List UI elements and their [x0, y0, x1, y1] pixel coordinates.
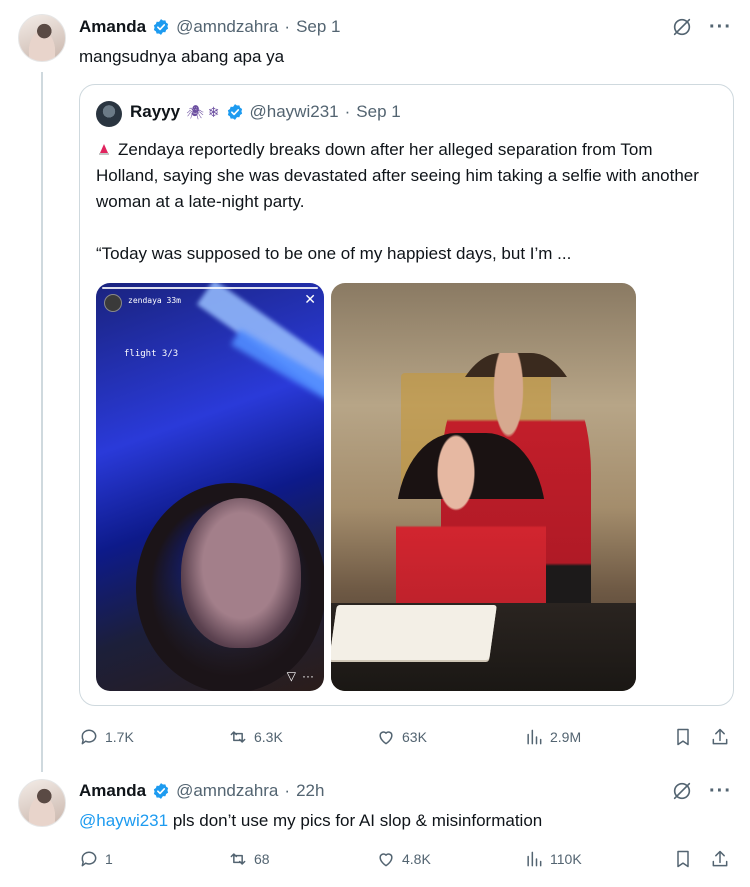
views-button[interactable]: 110K [524, 849, 582, 869]
like-button[interactable]: 63K [376, 727, 427, 747]
repost-count: 6.3K [254, 729, 283, 745]
repost-button[interactable]: 6.3K [228, 727, 283, 747]
name-emojis: 🕷 ❄ [186, 103, 220, 120]
separator: · [284, 17, 291, 36]
share-icon [712, 850, 728, 867]
tweet-text: @haywi231 pls don’t use my pics for AI s… [79, 809, 542, 832]
reply-button[interactable]: 1.7K [79, 727, 134, 747]
repost-icon [230, 731, 246, 743]
more-icon[interactable]: ··· [709, 781, 732, 801]
tweet-header: Amanda @amndzahra · Sep 1 [79, 17, 341, 37]
avatar[interactable] [18, 779, 66, 827]
story-send-icon: ▽ [286, 669, 296, 683]
display-name[interactable]: Amanda [79, 17, 146, 37]
separator: · [344, 102, 351, 121]
quoted-display-name[interactable]: Rayyy [130, 102, 180, 122]
story-more-icon: ··· [302, 669, 314, 683]
share-icon [712, 728, 728, 745]
separator: · [284, 781, 291, 800]
bookmark-icon [677, 728, 689, 746]
timestamp[interactable]: 22h [296, 781, 324, 801]
quoted-avatar[interactable] [96, 101, 122, 127]
media-image-couple-photo[interactable] [331, 283, 636, 691]
quoted-text: Zendaya reportedly breaks down after her… [96, 137, 716, 293]
quoted-tweet-card[interactable]: Rayyy 🕷 ❄ @haywi231 · Sep 1 Zendaya repo… [79, 84, 734, 706]
quoted-media-grid: zendaya 33m ✕ flight 3/3 ▽ ··· [96, 283, 636, 693]
tweet-body: pls don’t use my pics for AI slop & misi… [168, 811, 543, 830]
open-book [331, 605, 497, 660]
like-button[interactable]: 4.8K [376, 849, 431, 869]
tweet-top-actions: ··· [671, 780, 732, 802]
reply-count: 1.7K [105, 729, 134, 745]
quoted-paragraph-2: “Today was supposed to be one of my happ… [96, 244, 572, 263]
handle[interactable]: @amndzahra [176, 781, 278, 801]
repost-button[interactable]: 68 [228, 849, 270, 869]
like-icon [379, 731, 393, 745]
quoted-handle[interactable]: @haywi231 [250, 102, 339, 122]
grok-icon[interactable] [671, 16, 693, 38]
story-avatar [104, 294, 122, 312]
verified-badge-icon[interactable] [152, 18, 170, 36]
repost-icon [230, 853, 246, 865]
grok-icon[interactable] [671, 780, 693, 802]
handle[interactable]: @amndzahra [176, 17, 278, 37]
like-icon [379, 853, 393, 867]
display-name[interactable]: Amanda [79, 781, 146, 801]
verified-badge-icon[interactable] [152, 782, 170, 800]
views-button[interactable]: 2.9M [524, 727, 581, 747]
tweet-top-actions: ··· [671, 16, 732, 38]
tweet-text: mangsudnya abang apa ya [79, 47, 285, 66]
story-username: zendaya 33m [128, 296, 181, 305]
reply-count: 1 [105, 851, 113, 867]
tweet-header: Amanda @amndzahra · 22h [79, 781, 324, 801]
siren-emoji-icon [99, 144, 109, 155]
media-image-story-screenshot[interactable]: zendaya 33m ✕ flight 3/3 ▽ ··· [96, 283, 324, 691]
reply-button[interactable]: 1 [79, 849, 113, 869]
share-button[interactable] [710, 727, 730, 747]
bookmark-button[interactable] [673, 727, 693, 747]
avatar[interactable] [18, 14, 66, 62]
story-progress-bar [102, 287, 318, 289]
quoted-timestamp[interactable]: Sep 1 [356, 102, 400, 122]
quoted-header: Rayyy 🕷 ❄ @haywi231 · Sep 1 [130, 102, 401, 122]
verified-badge-icon[interactable] [226, 103, 244, 121]
like-count: 63K [402, 729, 427, 745]
timestamp[interactable]: Sep 1 [296, 17, 340, 37]
views-count: 110K [550, 851, 582, 867]
views-icon [527, 851, 542, 867]
reply-icon [81, 851, 97, 867]
more-icon[interactable]: ··· [709, 17, 732, 37]
bookmark-icon [677, 850, 689, 868]
repost-count: 68 [254, 851, 270, 867]
thread-connector-line [41, 72, 43, 772]
share-button[interactable] [710, 849, 730, 869]
bookmark-button[interactable] [673, 849, 693, 869]
mention-link[interactable]: @haywi231 [79, 811, 168, 830]
story-caption: flight 3/3 [124, 349, 179, 359]
story-close-icon: ✕ [304, 291, 316, 307]
reply-icon [81, 729, 97, 745]
quoted-paragraph-1: Zendaya reportedly breaks down after her… [96, 140, 699, 211]
views-icon [527, 729, 542, 745]
like-count: 4.8K [402, 851, 431, 867]
views-count: 2.9M [550, 729, 582, 745]
